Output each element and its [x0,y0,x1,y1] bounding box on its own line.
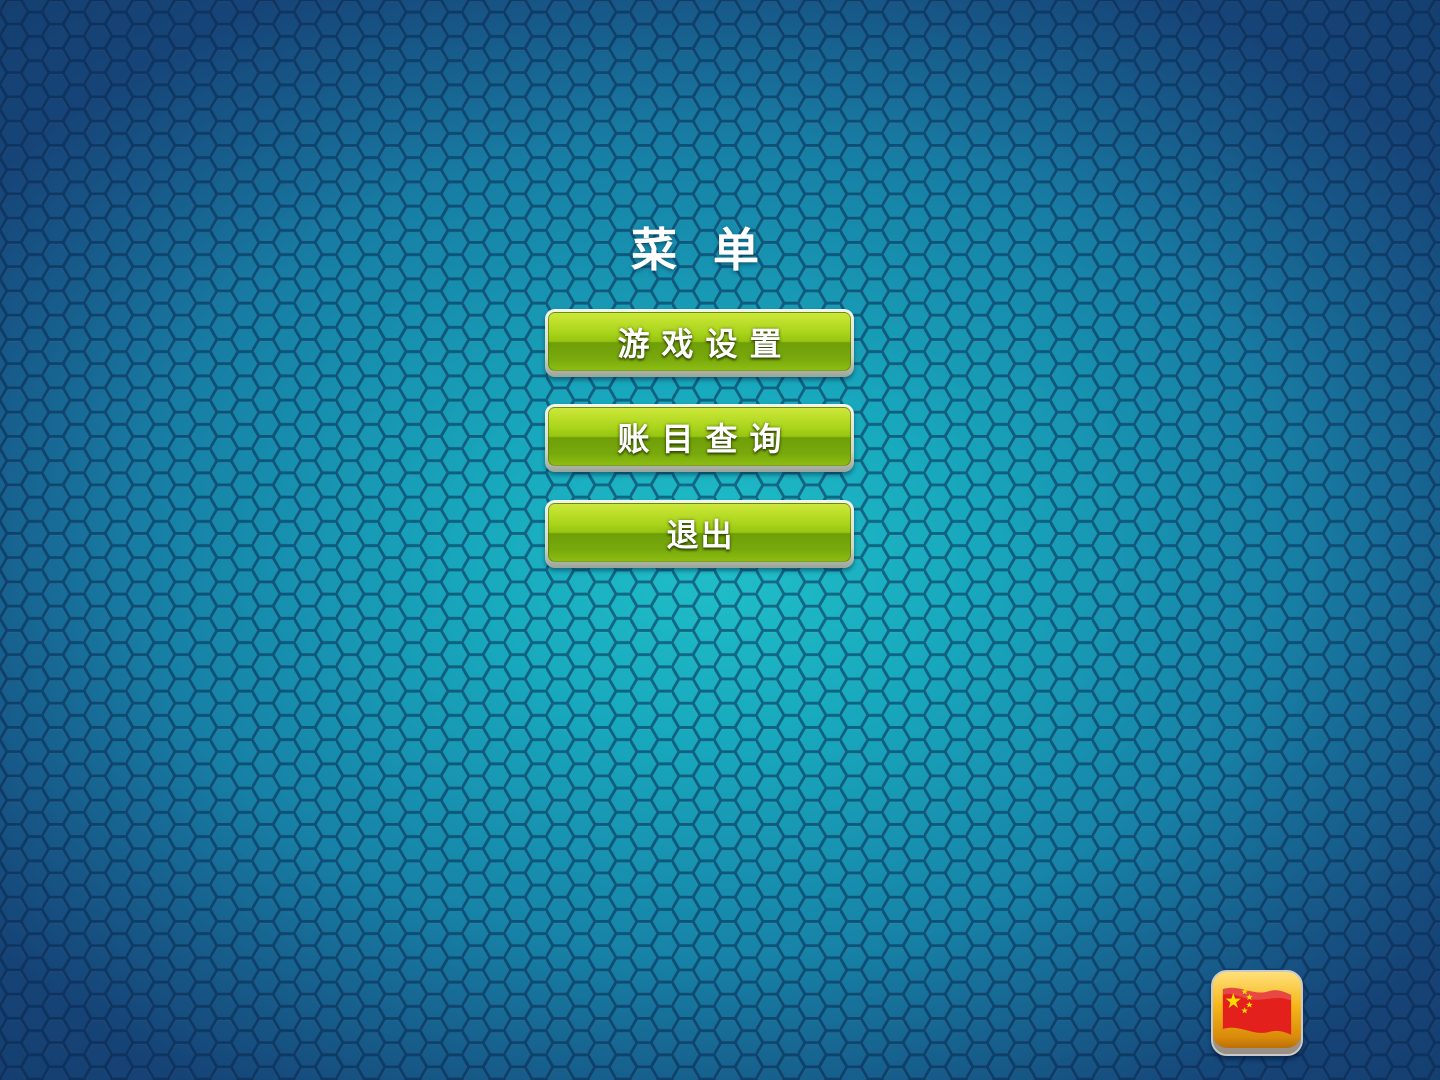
game-settings-button[interactable]: 游戏设置 [545,309,854,377]
exit-button-face[interactable]: 退出 [548,503,851,562]
account-query-button-face[interactable]: 账目查询 [548,407,851,466]
game-settings-button-face[interactable]: 游戏设置 [548,312,851,371]
exit-button[interactable]: 退出 [545,500,854,568]
language-button[interactable] [1211,970,1303,1056]
exit-button-label: 退出 [666,515,735,554]
menu-title: 菜 单 [630,223,769,277]
account-query-button[interactable]: 账目查询 [545,404,854,472]
account-query-button-label: 账目查询 [617,419,794,458]
china-flag-icon [1222,987,1292,1035]
game-settings-button-label: 游戏设置 [617,324,794,363]
